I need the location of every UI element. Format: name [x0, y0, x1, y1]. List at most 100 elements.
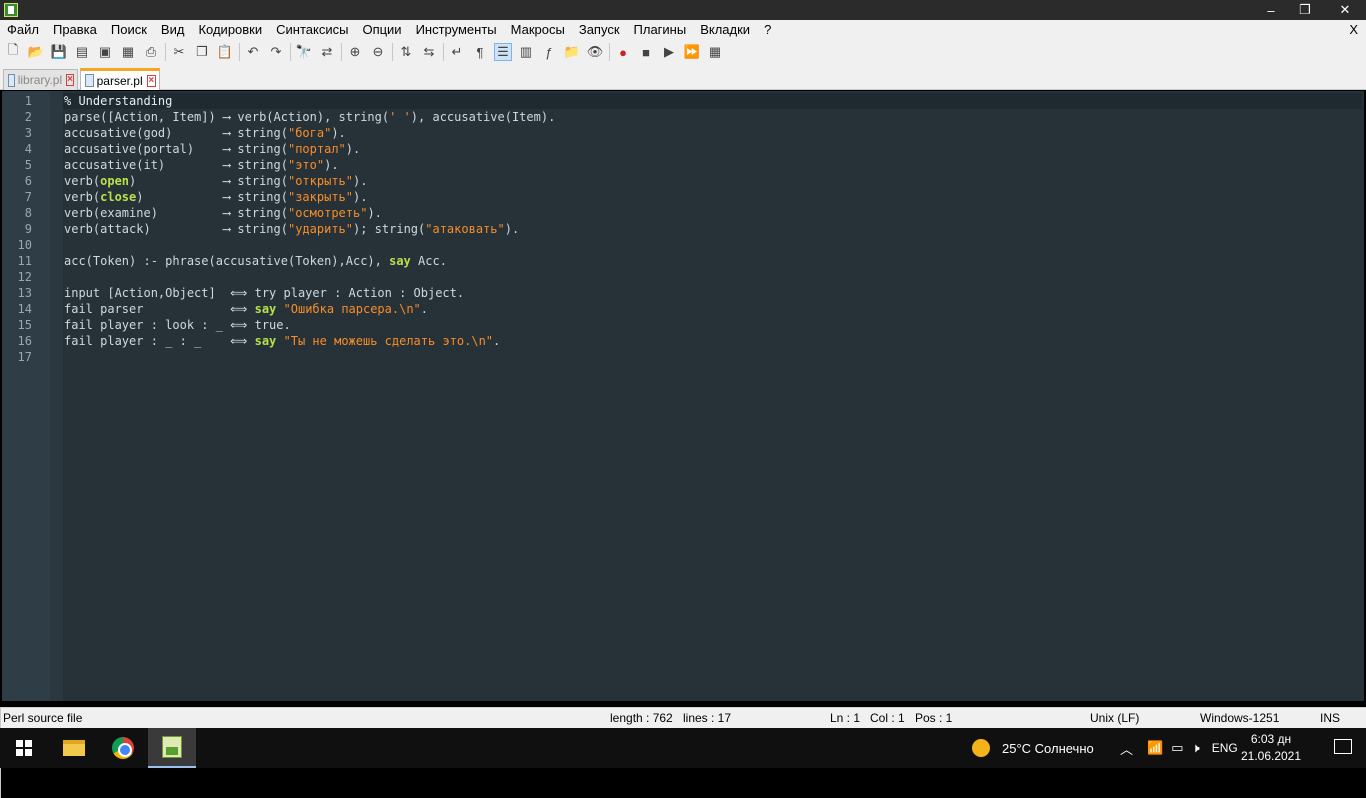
close-window-button[interactable]: ✕ [1322, 0, 1366, 20]
undo-icon[interactable]: ↶ [244, 43, 262, 61]
status-insert-mode[interactable]: INS [1320, 711, 1340, 725]
function-list-icon[interactable]: ƒ [540, 43, 558, 61]
code-line[interactable]: 8 verb(examine) ⟶ string("осмотреть"). [2, 205, 1364, 221]
language-indicator[interactable]: ENG [1212, 741, 1238, 755]
taskbar: 25°C Солнечно ︿ 📶 ▭ 🕨 ENG 6:03 дн 21.06.… [0, 728, 1366, 768]
sync-horizontal-icon[interactable]: ⇆ [420, 43, 438, 61]
code-line[interactable]: 14 fail parser ⟺ say "Ошибка парсера.\n". [2, 301, 1364, 317]
menu-edit[interactable]: Правка [46, 20, 104, 40]
code-line[interactable]: 3 accusative(god) ⟶ string("бога"). [2, 125, 1364, 141]
code-line[interactable]: 17 [2, 349, 1364, 365]
code-line[interactable]: 13 input [Action,Object] ⟺ try player : A… [2, 285, 1364, 301]
stop-macro-icon[interactable]: ■ [637, 43, 655, 61]
status-separator [0, 708, 1, 726]
menu-settings[interactable]: Опции [355, 20, 408, 40]
close-all-icon[interactable]: ▦ [119, 43, 137, 61]
code-editor[interactable]: 1 % Understanding 2 parse([Action, Item]) ⟶… [2, 91, 1364, 701]
record-macro-icon[interactable]: ● [614, 43, 632, 61]
chrome-button[interactable] [99, 728, 147, 768]
code-line[interactable]: 16 fail player : _ : _ ⟺ say "Ты не можеш… [2, 333, 1364, 349]
code-line[interactable]: 5 accusative(it) ⟶ string("это"). [2, 157, 1364, 173]
replace-icon[interactable]: ⇄ [318, 43, 336, 61]
code-line[interactable]: 12 [2, 269, 1364, 285]
paste-icon[interactable]: 📋 [216, 43, 234, 61]
status-separator [0, 780, 1, 798]
redo-icon[interactable]: ↷ [267, 43, 285, 61]
code-line[interactable]: 7 verb(close) ⟶ string("закрыть"). [2, 189, 1364, 205]
line-number: 15 [17, 318, 32, 332]
code-token: open [100, 174, 130, 188]
code-line[interactable]: 9 verb(attack) ⟶ string("ударить"); strin… [2, 221, 1364, 237]
cut-icon[interactable]: ✂ [170, 43, 188, 61]
document-map-icon[interactable]: ▥ [517, 43, 535, 61]
code-line[interactable]: 6 verb(open) ⟶ string("открыть"). [2, 173, 1364, 189]
menu-file[interactable]: Файл [0, 20, 46, 40]
toolbar-separator [609, 43, 610, 61]
menu-view[interactable]: Вид [154, 20, 192, 40]
line-code: verb(examine) ⟶ string("осмотреть"). [64, 205, 382, 221]
line-code: parse([Action, Item]) ⟶ verb(Action), st… [64, 109, 555, 125]
play-macro-icon[interactable]: ▶ [660, 43, 678, 61]
close-tab-icon[interactable]: × [146, 74, 156, 87]
tab-parser[interactable]: parser.pl × [80, 68, 160, 90]
code-token: accusative(portal) ⟶ string( [64, 142, 288, 156]
zoom-out-icon[interactable]: ⊖ [369, 43, 387, 61]
code-line[interactable]: 15 fail player : look : _ ⟺ true. [2, 317, 1364, 333]
zoom-in-icon[interactable]: ⊕ [346, 43, 364, 61]
show-all-chars-icon[interactable]: ¶ [471, 43, 489, 61]
code-line[interactable]: 4 accusative(portal) ⟶ string("портал"). [2, 141, 1364, 157]
start-button[interactable] [0, 728, 48, 768]
file-icon [8, 73, 15, 87]
file-explorer-button[interactable] [50, 728, 98, 768]
tab-library[interactable]: library.pl × [3, 69, 78, 90]
battery-icon[interactable]: ▭ [1171, 740, 1183, 756]
code-line[interactable]: 1 % Understanding [2, 93, 1364, 109]
save-macro-icon[interactable]: ▦ [706, 43, 724, 61]
close-icon[interactable]: ▣ [96, 43, 114, 61]
clock-time: 6:03 дн [1250, 732, 1292, 746]
new-file-icon[interactable]: 🗋 [4, 42, 22, 61]
toolbar-separator [239, 43, 240, 61]
menu-language[interactable]: Синтаксисы [269, 20, 355, 40]
menu-encoding[interactable]: Кодировки [191, 20, 269, 40]
line-code: fail parser ⟺ say "Ошибка парсера.\n". [64, 301, 428, 317]
volume-muted-icon[interactable]: 🕨 [1192, 740, 1200, 756]
folder-workspace-icon[interactable]: 📁 [563, 43, 581, 61]
weather-widget[interactable]: 25°C Солнечно [972, 728, 1094, 768]
open-file-icon[interactable]: 📂 [27, 43, 45, 61]
chevron-up-icon[interactable]: ︿ [1120, 739, 1133, 758]
indent-guide-icon[interactable]: ☰ [494, 43, 512, 61]
menu-tools[interactable]: Инструменты [409, 20, 504, 40]
windows-icon [16, 740, 32, 756]
save-all-icon[interactable]: ▤ [73, 43, 91, 61]
network-icon[interactable]: 📶 [1147, 740, 1163, 756]
code-line[interactable]: 10 [2, 237, 1364, 253]
notification-icon[interactable] [1334, 739, 1352, 754]
menu-macro[interactable]: Макросы [504, 20, 572, 40]
code-line[interactable]: 11 acc(Token) :- phrase(accusative(Token)… [2, 253, 1364, 269]
menu-plugins[interactable]: Плагины [627, 20, 694, 40]
copy-icon[interactable]: ❐ [193, 43, 211, 61]
clock[interactable]: 6:03 дн 21.06.2021 [1236, 731, 1306, 765]
word-wrap-icon[interactable]: ↵ [448, 43, 466, 61]
print-icon[interactable]: ⎙ [142, 43, 160, 61]
run-macro-multiple-icon[interactable]: ⏩ [683, 43, 701, 61]
menu-window[interactable]: Вкладки [693, 20, 757, 40]
menu-run[interactable]: Запуск [572, 20, 627, 40]
status-encoding[interactable]: Windows-1251 [1200, 711, 1279, 725]
file-icon [85, 74, 94, 87]
find-icon[interactable]: 🔭 [295, 43, 313, 61]
save-icon[interactable]: 💾 [50, 43, 68, 61]
menu-help[interactable]: ? [757, 20, 778, 40]
code-line[interactable]: 2 parse([Action, Item]) ⟶ verb(Action), s… [2, 109, 1364, 125]
close-tab-icon[interactable]: × [66, 74, 74, 86]
menu-search[interactable]: Поиск [104, 20, 154, 40]
weather-text: 25°C Солнечно [1002, 740, 1094, 756]
status-eol[interactable]: Unix (LF) [1090, 711, 1139, 725]
close-document-button[interactable]: X [1349, 20, 1358, 40]
code-token: "Ты не можешь сделать это.\n" [283, 334, 494, 348]
monitoring-icon[interactable]: 👁 [586, 43, 604, 61]
code-token: ) ⟶ string( [136, 190, 288, 204]
sync-vertical-icon[interactable]: ⇅ [397, 43, 415, 61]
notepadpp-taskbar-button[interactable] [148, 728, 196, 768]
